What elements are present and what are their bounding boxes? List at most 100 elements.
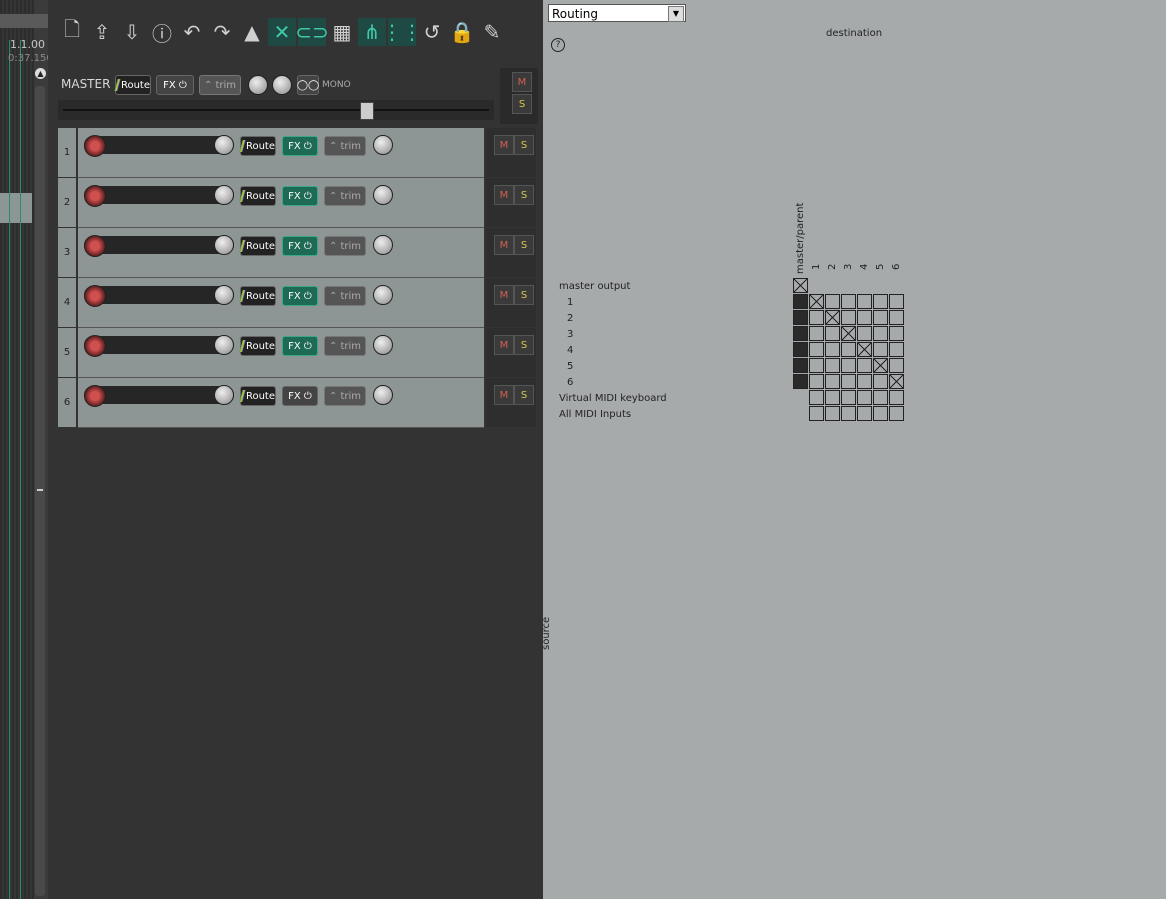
track-route-button[interactable]: Route: [239, 286, 276, 306]
track-row[interactable]: 4 Route FX ⏻ ⌃ trim M S: [58, 278, 536, 328]
track-trim-button[interactable]: ⌃ trim: [324, 386, 366, 406]
matrix-cell[interactable]: [889, 294, 904, 309]
record-arm-icon[interactable]: [84, 135, 106, 157]
track-mute-button[interactable]: M: [494, 235, 514, 255]
matrix-cell[interactable]: [873, 342, 888, 357]
track-volume-knob[interactable]: [214, 185, 234, 205]
matrix-cell[interactable]: [857, 406, 872, 421]
vertical-scrollbar[interactable]: [35, 86, 45, 896]
loop-icon[interactable]: ↺: [418, 18, 446, 46]
matrix-cell[interactable]: [825, 326, 840, 341]
matrix-cell[interactable]: [809, 374, 824, 389]
track-solo-button[interactable]: S: [514, 135, 534, 155]
master-solo-button[interactable]: S: [512, 94, 532, 114]
timeline-ruler[interactable]: 1.1.00 0:37.150 ▲: [0, 0, 48, 899]
matrix-cell[interactable]: [825, 390, 840, 405]
matrix-cell[interactable]: [873, 358, 888, 373]
track-pan-knob[interactable]: [373, 135, 393, 155]
matrix-cell[interactable]: [889, 358, 904, 373]
track-volume-knob[interactable]: [214, 385, 234, 405]
matrix-cell[interactable]: [857, 358, 872, 373]
matrix-cell[interactable]: [889, 310, 904, 325]
new-project-icon[interactable]: 🗋: [58, 17, 86, 46]
metronome-icon[interactable]: ▲: [238, 18, 266, 46]
track-solo-button[interactable]: S: [514, 335, 534, 355]
track-trim-button[interactable]: ⌃ trim: [324, 136, 366, 156]
matrix-cell[interactable]: [873, 294, 888, 309]
track-name-bar[interactable]: [84, 386, 234, 404]
record-arm-icon[interactable]: [84, 235, 106, 257]
track-fx-button[interactable]: FX ⏻: [282, 386, 318, 406]
matrix-cell[interactable]: [809, 406, 824, 421]
track-solo-button[interactable]: S: [514, 185, 534, 205]
matrix-cell[interactable]: [825, 310, 840, 325]
matrix-cell[interactable]: [793, 374, 808, 389]
matrix-cell[interactable]: [841, 390, 856, 405]
track-name-bar[interactable]: [84, 186, 234, 204]
track-trim-button[interactable]: ⌃ trim: [324, 336, 366, 356]
matrix-cell[interactable]: [889, 374, 904, 389]
matrix-cell[interactable]: [825, 374, 840, 389]
matrix-cell[interactable]: [793, 310, 808, 325]
track-mute-button[interactable]: M: [494, 385, 514, 405]
track-pan-knob[interactable]: [373, 335, 393, 355]
track-pan-knob[interactable]: [373, 235, 393, 255]
master-mute-button[interactable]: M: [512, 72, 532, 92]
track-row[interactable]: 2 Route FX ⏻ ⌃ trim M S: [58, 178, 536, 228]
track-number[interactable]: 1: [58, 128, 76, 177]
view-select[interactable]: Routing ▼: [548, 4, 686, 22]
auto-crossfade-icon[interactable]: ✕: [268, 18, 296, 46]
track-solo-button[interactable]: S: [514, 235, 534, 255]
matrix-cell[interactable]: [809, 390, 824, 405]
matrix-cell[interactable]: [809, 326, 824, 341]
matrix-cell[interactable]: [873, 326, 888, 341]
track-row[interactable]: 5 Route FX ⏻ ⌃ trim M S: [58, 328, 536, 378]
matrix-cell[interactable]: [793, 342, 808, 357]
matrix-cell[interactable]: [873, 390, 888, 405]
track-volume-knob[interactable]: [214, 135, 234, 155]
matrix-cell[interactable]: [793, 278, 808, 293]
track-route-button[interactable]: Route: [239, 186, 276, 206]
matrix-cell[interactable]: [793, 326, 808, 341]
track-pan-knob[interactable]: [373, 185, 393, 205]
track-pan-knob[interactable]: [373, 385, 393, 405]
snap-grid-icon[interactable]: ⋮⋮: [382, 18, 422, 46]
master-fx-button[interactable]: FX ⏻: [156, 75, 194, 95]
track-trim-button[interactable]: ⌃ trim: [324, 186, 366, 206]
track-trim-button[interactable]: ⌃ trim: [324, 236, 366, 256]
matrix-cell[interactable]: [841, 294, 856, 309]
track-mute-button[interactable]: M: [494, 285, 514, 305]
scroll-up-icon[interactable]: ▲: [35, 68, 46, 79]
matrix-cell[interactable]: [841, 358, 856, 373]
track-number[interactable]: 3: [58, 228, 76, 277]
matrix-cell[interactable]: [825, 406, 840, 421]
track-solo-button[interactable]: S: [514, 385, 534, 405]
matrix-cell[interactable]: [825, 294, 840, 309]
save-icon[interactable]: ⇪: [88, 18, 116, 46]
grid-icon[interactable]: ▦: [328, 18, 356, 46]
matrix-cell[interactable]: [841, 326, 856, 341]
track-row[interactable]: 3 Route FX ⏻ ⌃ trim M S: [58, 228, 536, 278]
master-volume-knob[interactable]: [248, 75, 268, 95]
matrix-cell[interactable]: [857, 326, 872, 341]
track-mute-button[interactable]: M: [494, 135, 514, 155]
track-route-button[interactable]: Route: [239, 336, 276, 356]
matrix-cell[interactable]: [841, 374, 856, 389]
fader-thumb[interactable]: [360, 102, 374, 120]
track-fx-button[interactable]: FX ⏻: [282, 286, 318, 306]
time-selection[interactable]: [0, 193, 32, 223]
matrix-cell[interactable]: [873, 310, 888, 325]
track-route-button[interactable]: Route: [239, 236, 276, 256]
track-number[interactable]: 6: [58, 378, 76, 427]
matrix-cell[interactable]: [873, 406, 888, 421]
redo-icon[interactable]: ↷: [208, 18, 236, 46]
matrix-cell[interactable]: [857, 294, 872, 309]
master-stereo-icon[interactable]: ◯◯: [297, 75, 319, 95]
track-route-button[interactable]: Route: [239, 386, 276, 406]
undo-icon[interactable]: ↶: [178, 18, 206, 46]
matrix-cell[interactable]: [809, 294, 824, 309]
track-pan-knob[interactable]: [373, 285, 393, 305]
track-name-bar[interactable]: [84, 136, 234, 154]
matrix-cell[interactable]: [841, 406, 856, 421]
track-row[interactable]: 1 Route FX ⏻ ⌃ trim M S: [58, 128, 536, 178]
